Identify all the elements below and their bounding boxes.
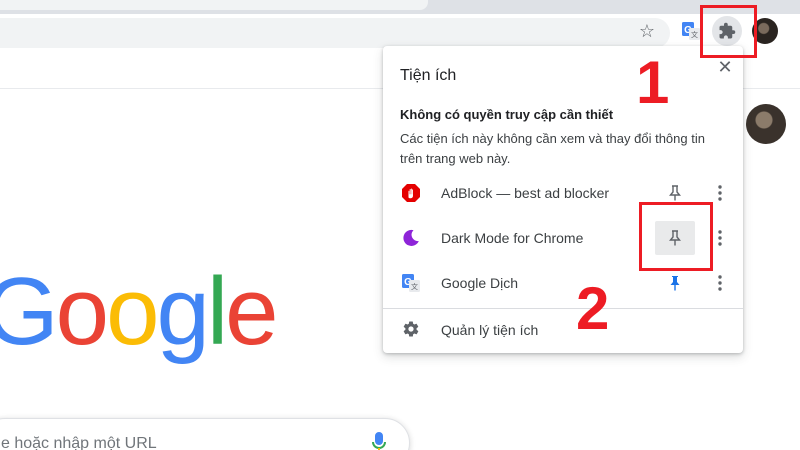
popup-title: Tiện ích <box>400 67 457 84</box>
extension-name: Google Dịch <box>441 275 519 291</box>
pin-button-google-translate[interactable] <box>655 266 695 300</box>
google-translate-icon: G 文 <box>402 274 420 292</box>
section-description: Các tiện ích này không cần xem và thay đ… <box>400 131 705 166</box>
annotation-number-step-2: 2 <box>576 275 610 342</box>
address-bar[interactable] <box>0 18 670 48</box>
dark-mode-moon-icon <box>403 229 419 246</box>
extensions-popup: Tiện ích ✕ Không có quyền truy cập cần t… <box>383 46 743 353</box>
active-tab[interactable] <box>0 0 428 10</box>
adblock-icon <box>402 184 420 202</box>
annotation-number-step-1: 1 <box>636 49 670 116</box>
more-vert-icon <box>718 185 722 201</box>
logo-letter: l <box>206 258 228 365</box>
star-icon[interactable]: ☆ <box>636 20 658 42</box>
google-logo: Google <box>0 258 279 365</box>
logo-letter: o <box>106 258 159 365</box>
section-heading: Không có quyền truy cập cần thiết <box>400 107 614 122</box>
more-options-button[interactable] <box>709 271 731 295</box>
extension-name: Dark Mode for Chrome <box>441 230 584 246</box>
logo-letter: g <box>156 258 209 365</box>
google-search-box[interactable]: e hoặc nhập một URL <box>0 418 410 450</box>
annotation-box-step-2 <box>639 202 713 271</box>
manage-extensions-label: Quản lý tiện ích <box>441 322 539 338</box>
tab-strip <box>0 0 800 14</box>
manage-extensions-row[interactable]: Quản lý tiện ích <box>383 309 743 349</box>
gear-icon <box>403 321 419 337</box>
page-profile-avatar[interactable] <box>746 104 786 144</box>
microphone-icon[interactable] <box>371 431 387 450</box>
annotation-box-step-1 <box>700 5 757 58</box>
more-vert-icon <box>718 275 722 291</box>
search-placeholder: e hoặc nhập một URL <box>1 435 157 450</box>
google-translate-extension-icon[interactable]: G 文 <box>681 21 701 41</box>
close-icon[interactable]: ✕ <box>713 55 737 79</box>
svg-text:文: 文 <box>691 30 698 39</box>
pin-filled-icon <box>670 276 680 291</box>
logo-letter: e <box>225 258 278 365</box>
pin-icon <box>669 185 681 201</box>
svg-text:文: 文 <box>411 282 418 291</box>
more-vert-icon <box>718 230 722 246</box>
browser-window: ☆ G 文 Google e hoặc nhập một URL Tiện íc… <box>0 0 800 450</box>
logo-letter: o <box>55 258 109 365</box>
extension-name: AdBlock — best ad blocker <box>441 185 610 201</box>
logo-letter: G <box>0 258 59 365</box>
